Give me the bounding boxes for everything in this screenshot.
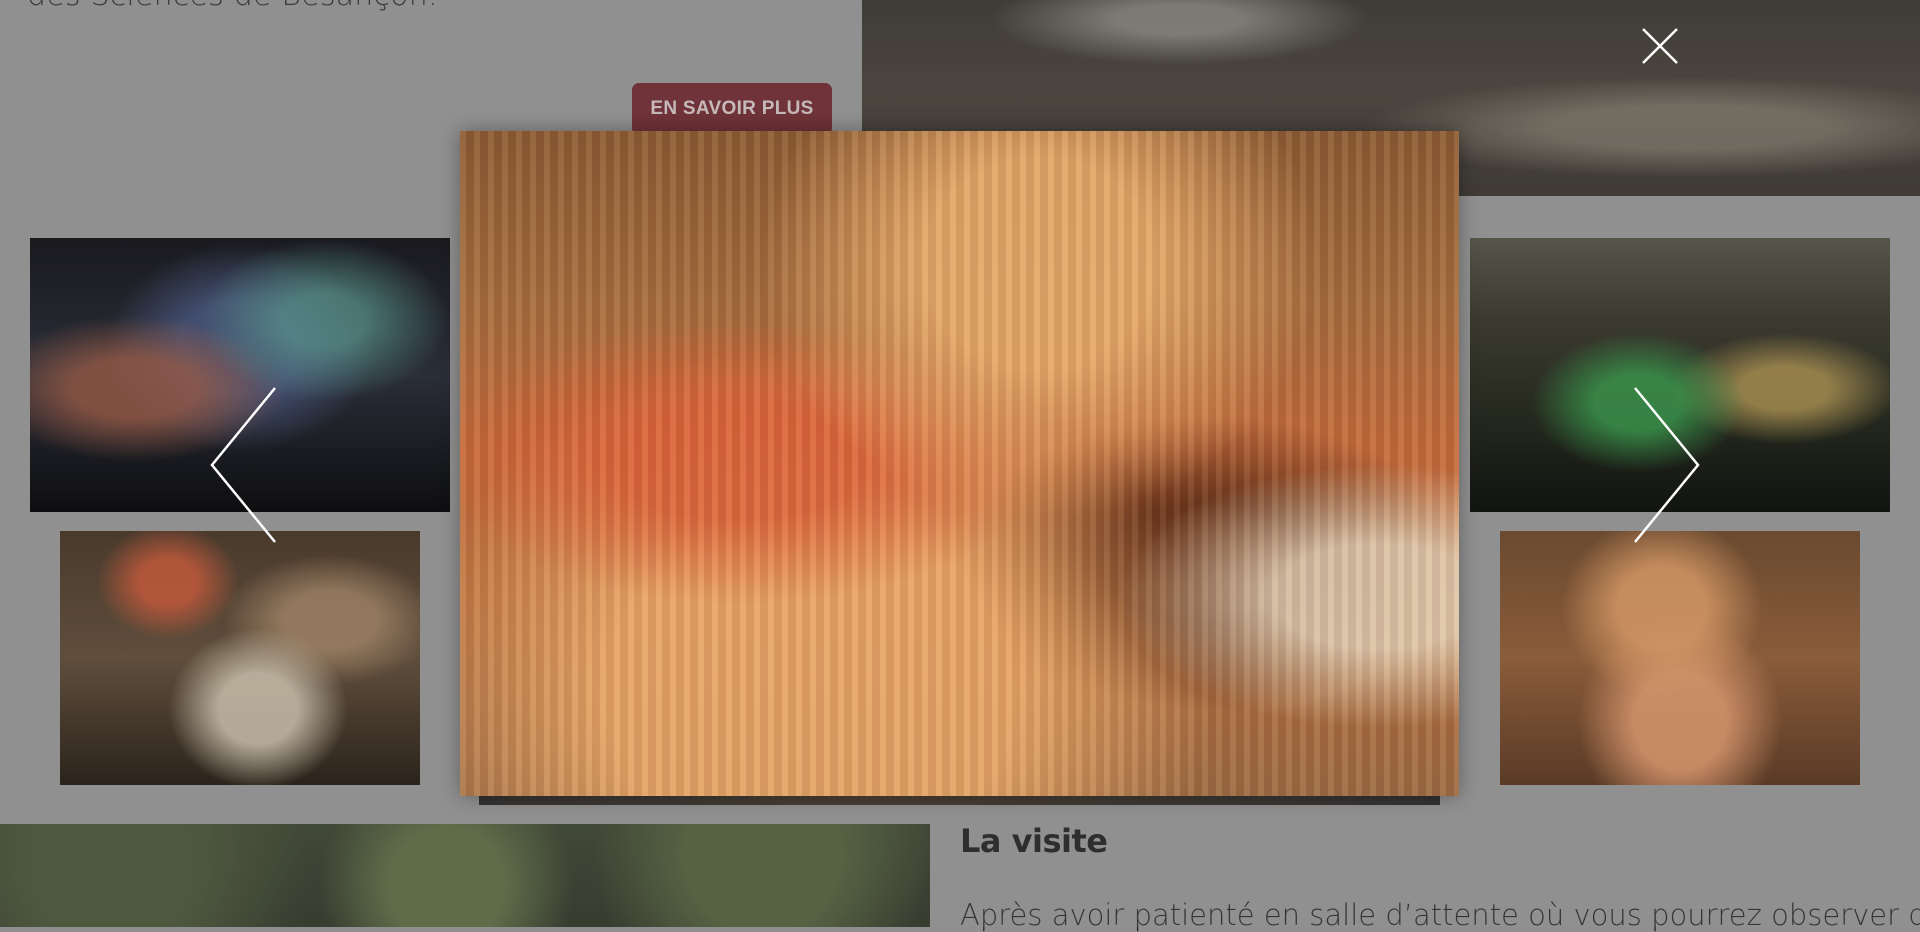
intro-text: des Sciences de Besançon. (27, 0, 438, 13)
section-title: La visite (960, 822, 1108, 860)
chevron-right-icon (1634, 387, 1700, 543)
next-image-button[interactable] (1630, 385, 1710, 545)
learn-more-button[interactable]: EN SAVOIR PLUS (632, 83, 832, 135)
chevron-left-icon (210, 387, 276, 543)
thumbnail-image-4[interactable] (1500, 531, 1860, 785)
thumbnail-image-2[interactable] (60, 531, 420, 785)
previous-image-button[interactable] (200, 385, 280, 545)
close-lightbox-button[interactable] (1640, 26, 1680, 66)
lightbox-main-image (460, 131, 1459, 796)
close-icon (1642, 28, 1678, 64)
section-photo-bottom (0, 824, 930, 927)
